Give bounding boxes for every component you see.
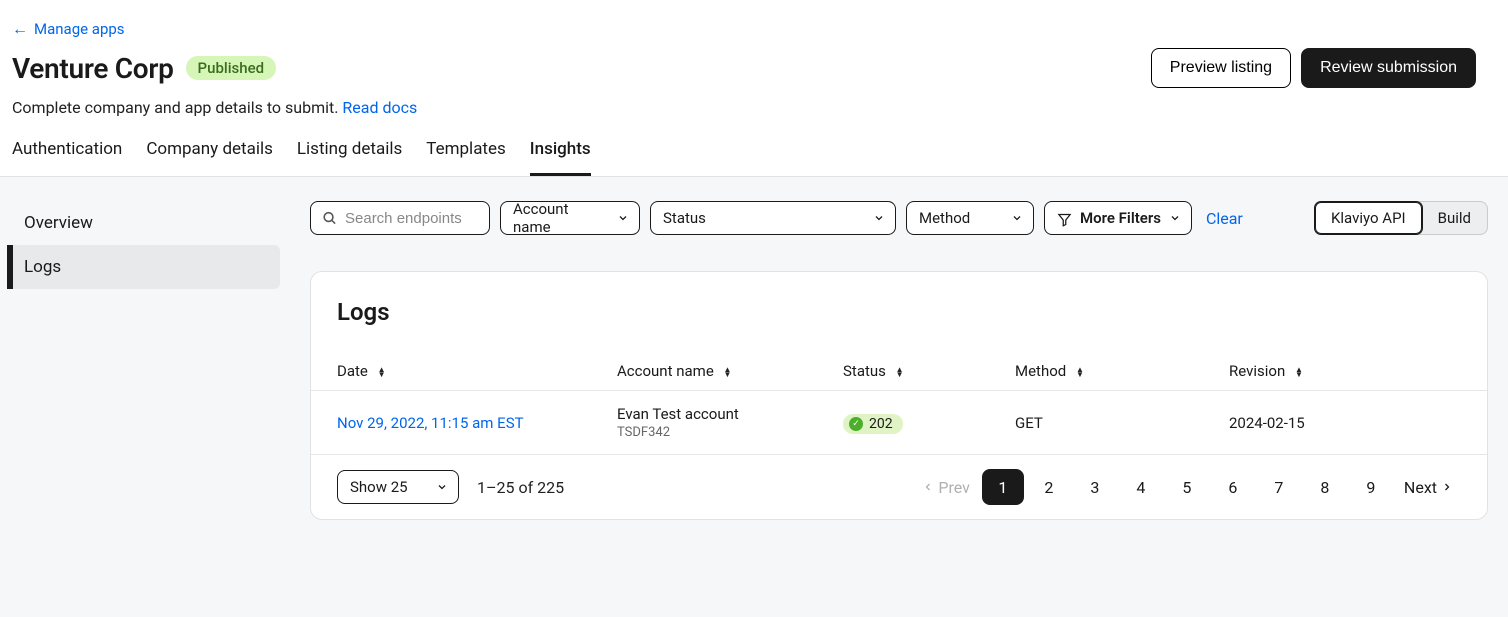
page-8[interactable]: 8 [1304, 469, 1346, 505]
sort-icon: ▲▼ [378, 367, 386, 377]
chevron-down-icon [1169, 212, 1181, 224]
tab-company-details[interactable]: Company details [146, 139, 273, 176]
more-filters-button[interactable]: More Filters [1044, 201, 1192, 235]
method-value: GET [1015, 414, 1043, 432]
read-docs-link[interactable]: Read docs [342, 98, 417, 117]
arrow-left-icon: ← [12, 21, 28, 37]
col-date[interactable]: Date ▲▼ [311, 352, 591, 391]
tab-templates[interactable]: Templates [426, 139, 506, 176]
sort-icon: ▲▼ [724, 367, 732, 377]
check-circle-icon: ✓ [849, 417, 863, 431]
page-9[interactable]: 9 [1350, 469, 1392, 505]
chevron-down-icon [873, 212, 885, 224]
sidebar-item-overview[interactable]: Overview [10, 201, 280, 245]
prev-page-button[interactable]: Prev [914, 472, 978, 503]
col-status[interactable]: Status ▲▼ [817, 352, 989, 391]
sort-icon: ▲▼ [896, 367, 904, 377]
clear-filters-link[interactable]: Clear [1206, 209, 1243, 228]
table-row: Nov 29, 2022, 11:15 am EST Evan Test acc… [311, 391, 1487, 455]
search-endpoints-input[interactable] [310, 201, 490, 235]
chevron-right-icon [1441, 481, 1453, 493]
account-id: TSDF342 [617, 425, 791, 440]
log-date-link[interactable]: Nov 29, 2022, 11:15 am EST [337, 414, 524, 432]
account-name: Evan Test account [617, 405, 739, 423]
review-submission-button[interactable]: Review submission [1301, 48, 1476, 88]
toggle-klaviyo-api[interactable]: Klaviyo API [1314, 201, 1423, 235]
main-tabs: Authentication Company details Listing d… [0, 139, 1508, 177]
logs-card: Logs Date ▲▼ Account name ▲▼ Status [310, 271, 1488, 520]
logs-table: Date ▲▼ Account name ▲▼ Status ▲▼ Meth [311, 352, 1487, 455]
page-6[interactable]: 6 [1212, 469, 1254, 505]
sort-icon: ▲▼ [1295, 367, 1303, 377]
revision-value: 2024-02-15 [1229, 414, 1305, 432]
account-name-filter[interactable]: Account name [500, 201, 640, 235]
sort-icon: ▲▼ [1076, 367, 1084, 377]
pagination: Prev 1 2 3 4 5 6 7 8 9 Next [914, 469, 1461, 505]
method-filter[interactable]: Method [906, 201, 1034, 235]
tab-authentication[interactable]: Authentication [12, 139, 122, 176]
back-link-label: Manage apps [34, 20, 125, 38]
toggle-build[interactable]: Build [1422, 202, 1487, 234]
page-title: Venture Corp [12, 52, 174, 85]
col-account[interactable]: Account name ▲▼ [591, 352, 817, 391]
next-page-button[interactable]: Next [1396, 472, 1461, 503]
chevron-left-icon [922, 481, 934, 493]
subtitle: Complete company and app details to subm… [12, 98, 1496, 117]
status-badge: Published [186, 56, 277, 80]
view-toggle: Klaviyo API Build [1314, 201, 1488, 235]
page-range: 1–25 of 225 [477, 478, 564, 497]
back-link[interactable]: ← Manage apps [12, 20, 125, 38]
status-filter[interactable]: Status [650, 201, 896, 235]
chevron-down-icon [436, 481, 448, 493]
chevron-down-icon [617, 212, 629, 224]
page-5[interactable]: 5 [1166, 469, 1208, 505]
insights-sidebar: Overview Logs [0, 177, 290, 617]
preview-listing-button[interactable]: Preview listing [1151, 48, 1291, 88]
sidebar-item-logs[interactable]: Logs [7, 245, 280, 289]
page-4[interactable]: 4 [1120, 469, 1162, 505]
page-7[interactable]: 7 [1258, 469, 1300, 505]
page-size-select[interactable]: Show 25 [337, 470, 459, 504]
col-method[interactable]: Method ▲▼ [989, 352, 1203, 391]
tab-listing-details[interactable]: Listing details [297, 139, 402, 176]
page-1[interactable]: 1 [982, 469, 1024, 505]
status-pill: ✓ 202 [843, 414, 903, 434]
chevron-down-icon [1011, 212, 1023, 224]
tab-insights[interactable]: Insights [530, 139, 591, 176]
logs-title: Logs [311, 298, 1487, 326]
page-2[interactable]: 2 [1028, 469, 1070, 505]
filter-icon [1057, 212, 1072, 227]
col-revision[interactable]: Revision ▲▼ [1203, 352, 1487, 391]
page-3[interactable]: 3 [1074, 469, 1116, 505]
search-icon [322, 211, 337, 226]
